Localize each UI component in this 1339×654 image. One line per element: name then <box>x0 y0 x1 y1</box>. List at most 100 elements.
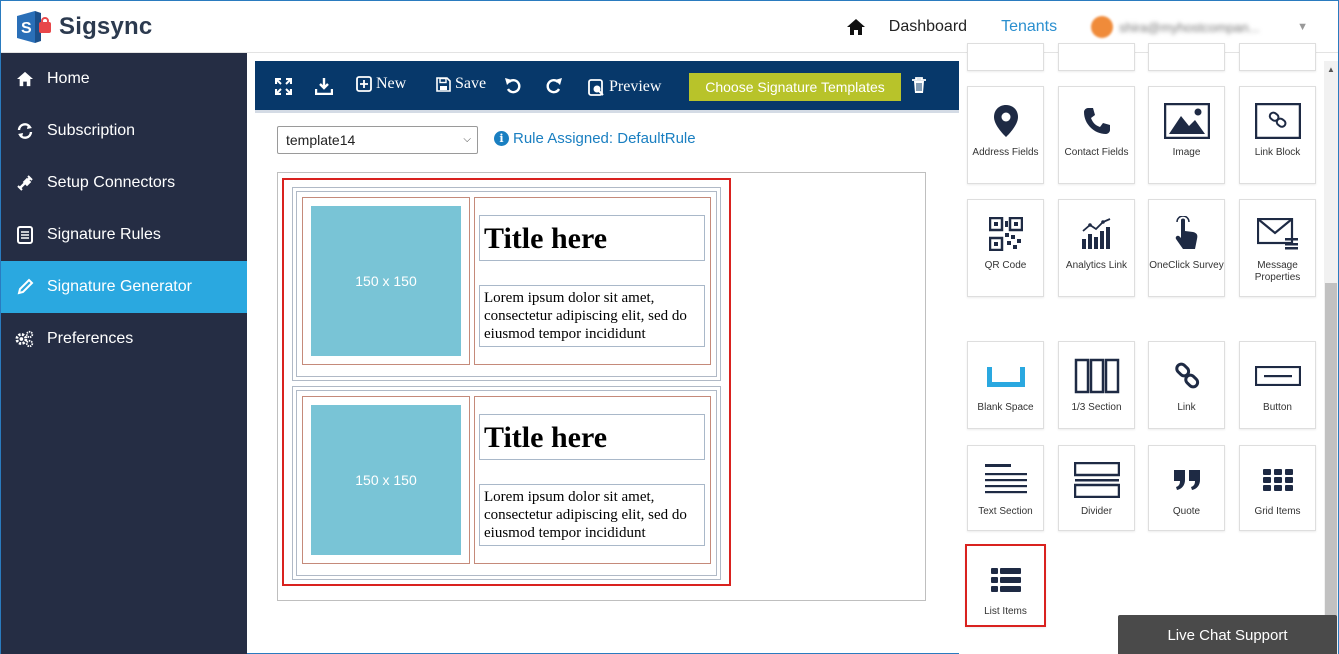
sidebar-item-label: Setup Connectors <box>47 174 176 191</box>
tile-contact-fields[interactable]: Contact Fields <box>1058 86 1135 184</box>
preview-button[interactable]: Preview <box>588 78 661 96</box>
home-icon[interactable] <box>841 12 871 42</box>
title-text[interactable]: Title here <box>479 215 705 261</box>
svg-text:S: S <box>21 20 32 37</box>
image-cell[interactable]: 150 x 150 <box>302 197 470 365</box>
nav-tenants[interactable]: Tenants <box>1001 18 1057 36</box>
tile-label: Link <box>1177 402 1196 413</box>
tile-image[interactable]: Image <box>1148 86 1225 184</box>
tile-list-items[interactable]: List Items <box>965 544 1046 627</box>
sidebar-item-label: Signature Rules <box>47 226 161 243</box>
tile-one-third-section[interactable]: 1/3 Section <box>1058 341 1135 429</box>
image-cell[interactable]: 150 x 150 <box>302 396 470 564</box>
fullscreen-icon[interactable] <box>275 78 296 95</box>
selected-template-outline[interactable]: 150 x 150 Title here Lorem ipsum dolor s… <box>282 178 731 586</box>
sidebar-item-signature-generator[interactable]: Signature Generator <box>1 261 247 313</box>
tile-partial[interactable] <box>1148 43 1225 71</box>
tile-label: Grid Items <box>1254 506 1301 517</box>
tile-label: Button <box>1263 402 1292 413</box>
scrollbar-thumb[interactable] <box>1325 283 1337 654</box>
tile-partial[interactable] <box>1058 43 1135 71</box>
columns-icon <box>1074 356 1120 396</box>
grid-icon <box>1262 460 1293 500</box>
tile-label: 1/3 Section <box>1071 402 1122 413</box>
divider-icon <box>1073 460 1120 500</box>
save-button[interactable]: Save <box>436 75 486 93</box>
trash-icon[interactable] <box>911 76 927 99</box>
sidebar-item-subscription[interactable]: Subscription <box>1 105 247 157</box>
map-pin-icon <box>993 101 1019 141</box>
floppy-icon <box>436 76 451 92</box>
preview-icon <box>588 78 604 96</box>
tile-oneclick-survey[interactable]: OneClick Survey <box>1148 199 1225 297</box>
text-lines-icon <box>984 460 1028 500</box>
sync-icon <box>15 121 35 141</box>
sidebar-item-home[interactable]: Home <box>1 53 247 105</box>
tile-grid-items[interactable]: Grid Items <box>1239 445 1316 531</box>
sidebar-item-label: Preferences <box>47 330 134 347</box>
sidebar-item-label: Signature Generator <box>47 278 192 295</box>
text-cell[interactable]: Title here Lorem ipsum dolor sit amet, c… <box>474 197 711 365</box>
image-placeholder[interactable]: 150 x 150 <box>311 405 461 555</box>
plug-icon <box>15 173 35 193</box>
download-icon[interactable] <box>315 77 337 95</box>
tile-label: QR Code <box>984 260 1027 271</box>
panel-scrollbar[interactable]: ▲ <box>1324 61 1338 654</box>
tile-analytics-link[interactable]: Analytics Link <box>1058 199 1135 297</box>
tile-message-properties[interactable]: Message Properties <box>1239 199 1316 297</box>
new-button[interactable]: New <box>356 75 406 93</box>
tile-label: Contact Fields <box>1064 147 1129 158</box>
tile-qr-code[interactable]: QR Code <box>967 199 1044 297</box>
tile-text-section[interactable]: Text Section <box>967 445 1044 531</box>
text-cell[interactable]: Title here Lorem ipsum dolor sit amet, c… <box>474 396 711 564</box>
sidebar-item-preferences[interactable]: Preferences <box>1 313 247 365</box>
content-block[interactable]: 150 x 150 Title here Lorem ipsum dolor s… <box>292 187 721 381</box>
tile-quote[interactable]: Quote <box>1148 445 1225 531</box>
user-email: shira@myhostcompan... <box>1119 19 1260 35</box>
analytics-icon <box>1080 214 1114 254</box>
elements-panel: Address Fields Contact Fields Image Link… <box>959 43 1324 654</box>
body-text[interactable]: Lorem ipsum dolor sit amet, consectetur … <box>479 484 705 546</box>
tile-button[interactable]: Button <box>1239 341 1316 429</box>
app-name: Sigsync <box>59 13 153 40</box>
body-text[interactable]: Lorem ipsum dolor sit amet, consectetur … <box>479 285 705 347</box>
sigsync-logo-icon: S <box>15 10 53 44</box>
sidebar-item-label: Home <box>47 70 90 87</box>
content-block[interactable]: 150 x 150 Title here Lorem ipsum dolor s… <box>292 386 721 580</box>
tile-divider[interactable]: Divider <box>1058 445 1135 531</box>
title-text[interactable]: Title here <box>479 414 705 460</box>
plus-square-icon <box>356 76 372 92</box>
tile-blank-space[interactable]: Blank Space <box>967 341 1044 429</box>
scroll-up-arrow-icon[interactable]: ▲ <box>1327 65 1335 74</box>
tile-label: Image <box>1172 147 1201 158</box>
tile-label: Address Fields <box>972 147 1039 158</box>
tile-partial[interactable] <box>967 43 1044 71</box>
blank-space-icon <box>986 356 1025 396</box>
image-placeholder[interactable]: 150 x 150 <box>311 206 461 356</box>
tile-partial[interactable] <box>1239 43 1316 71</box>
logo[interactable]: S Sigsync <box>15 10 152 44</box>
tile-address-fields[interactable]: Address Fields <box>967 86 1044 184</box>
chevron-down-icon: ⌵ <box>463 134 471 145</box>
user-menu[interactable]: shira@myhostcompan... ▼ <box>1091 16 1308 38</box>
choose-signature-templates-button[interactable]: Choose Signature Templates <box>689 73 901 101</box>
undo-icon[interactable] <box>505 77 526 95</box>
tile-label: OneClick Survey <box>1149 260 1224 271</box>
editor-toolbar: New Save Preview Choose Signature Templa… <box>255 61 959 113</box>
tile-link[interactable]: Link <box>1148 341 1225 429</box>
redo-icon[interactable] <box>545 77 566 95</box>
template-select[interactable]: template14 ⌵ <box>277 126 478 154</box>
sidebar-item-signature-rules[interactable]: Signature Rules <box>1 209 247 261</box>
sidebar: Home Subscription Setup Connectors Signa… <box>1 53 247 654</box>
tile-label: Link Block <box>1254 147 1301 158</box>
pencil-icon <box>15 277 35 297</box>
live-chat-support-button[interactable]: Live Chat Support <box>1118 615 1337 654</box>
tile-label: Analytics Link <box>1065 260 1128 271</box>
avatar <box>1091 16 1114 38</box>
sidebar-item-setup-connectors[interactable]: Setup Connectors <box>1 157 247 209</box>
nav-dashboard[interactable]: Dashboard <box>889 18 967 36</box>
new-label: New <box>376 75 407 92</box>
tile-label: Message Properties <box>1254 260 1301 283</box>
tile-label: Quote <box>1172 506 1201 517</box>
tile-link-block[interactable]: Link Block <box>1239 86 1316 184</box>
